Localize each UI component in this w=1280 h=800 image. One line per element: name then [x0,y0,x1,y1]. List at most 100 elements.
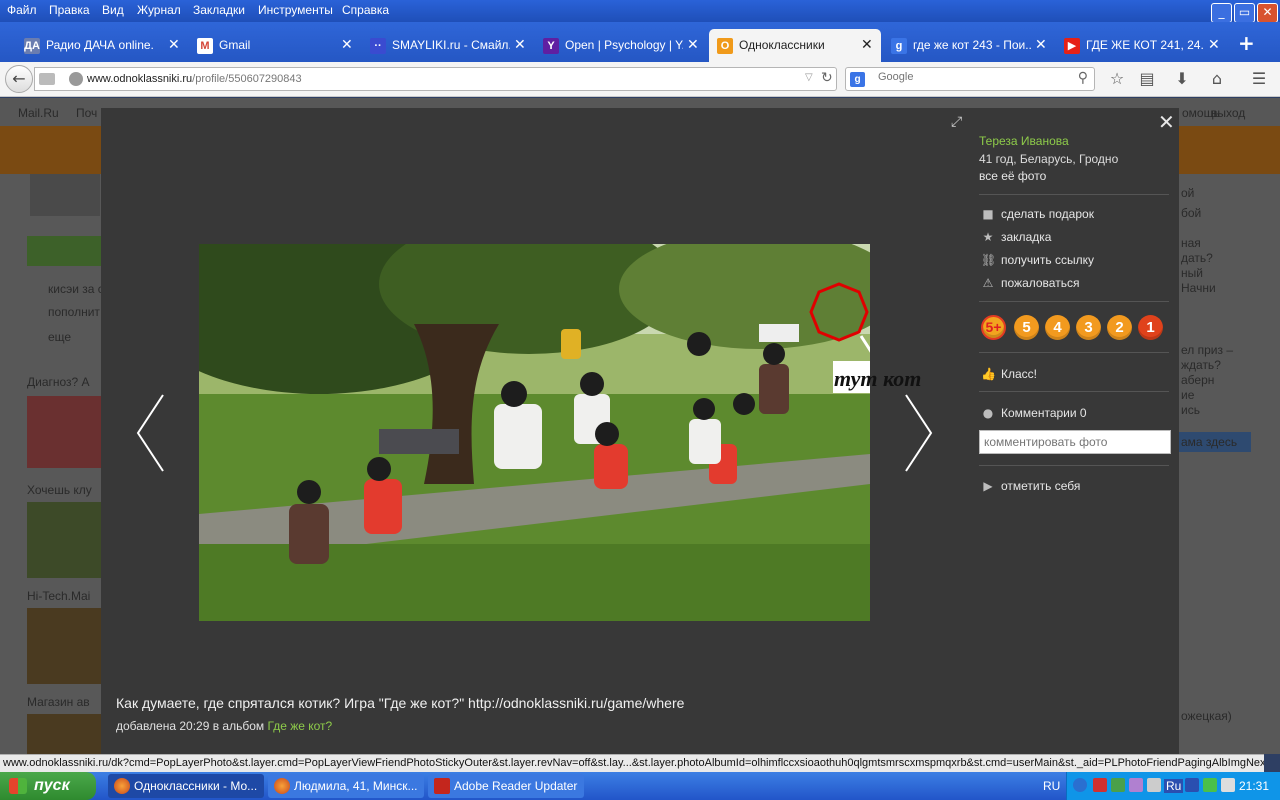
window-close-button[interactable]: ✕ [1257,3,1278,23]
url-dropdown-icon[interactable]: ▽ [805,72,813,83]
menu-tools[interactable]: Инструменты [258,3,333,17]
new-tab-button[interactable]: + [1238,31,1255,55]
menu-view[interactable]: Вид [102,3,124,17]
tab-close-icon[interactable]: ✕ [168,37,180,53]
windows-logo-icon [9,778,27,794]
search-icon[interactable]: ⚲ [1078,70,1088,86]
report-action[interactable]: ⚠ пожаловаться [981,276,1080,290]
firefox-icon [274,778,290,794]
globe-icon [69,72,83,86]
link-icon: ⛓ [981,253,997,267]
home-icon[interactable]: ⌂ [1206,68,1228,90]
tag-self-action[interactable]: ▶ отметить себя [981,479,1080,493]
divider [979,301,1169,302]
reload-icon[interactable]: ↻ [821,70,833,86]
rating-5-button[interactable]: 5 [1014,315,1039,340]
url-text[interactable]: www.odnoklassniki.ru/profile/55060729084… [87,73,302,85]
tab-close-icon[interactable]: ✕ [341,37,353,53]
tab-close-icon[interactable]: ✕ [861,37,873,53]
rating-2-button[interactable]: 2 [1107,315,1132,340]
site-right-text: Начни [1181,281,1216,295]
tray-display-icon[interactable] [1221,778,1235,792]
tab-youtube[interactable]: ▶ ГДЕ ЖЕ КОТ 241, 24... ✕ [1064,31,1224,59]
photo-added-info: добавлена 20:29 в альбом Где же кот? [116,719,332,733]
tab-google-search[interactable]: g где же кот 243 - Пои... ✕ [891,31,1051,59]
close-viewer-button[interactable]: ✕ [1158,110,1175,134]
divider [979,391,1169,392]
rating-4-button[interactable]: 4 [1045,315,1070,340]
get-link-action[interactable]: ⛓ получить ссылку [981,253,1094,267]
site-left-item: еще [48,330,72,344]
smayliki-icon: ·· [370,38,386,54]
site-right-text: аберн [1181,373,1215,387]
album-link[interactable]: Где же кот? [268,719,333,733]
menu-history[interactable]: Журнал [137,3,181,17]
youtube-icon: ▶ [1064,38,1080,54]
maximize-button[interactable]: ▭ [1234,3,1255,23]
search-input[interactable] [878,71,1068,83]
taskbar-item-lyudmila[interactable]: Людмила, 41, Минск... [268,774,424,798]
tray-network-icon[interactable] [1111,778,1125,792]
menu-icon[interactable]: ☰ [1248,68,1270,90]
photo[interactable] [199,244,870,621]
bookmark-star-icon[interactable]: ☆ [1106,68,1128,90]
tray-language[interactable]: Ru [1164,779,1184,793]
next-photo-button[interactable] [904,393,934,473]
tray-antivirus-icon[interactable] [1093,778,1107,792]
tray-arrow-icon[interactable] [1073,778,1087,792]
rating-3-button[interactable]: 3 [1076,315,1101,340]
site-left-item: Магазин ав [27,695,90,709]
address-bar[interactable]: www.odnoklassniki.ru/profile/55060729084… [34,67,837,91]
tab-close-icon[interactable]: ✕ [687,37,699,53]
taskbar-item-adobe-reader[interactable]: Adobe Reader Updater [428,774,584,798]
previous-photo-button[interactable] [135,393,165,473]
tab-smayliki[interactable]: ·· SMAYLIKI.ru - Смайл... ✕ [370,31,530,59]
language-indicator[interactable]: RU [1043,779,1060,793]
taskbar-item-odnoklassniki[interactable]: Одноклассники - Мо... [108,774,264,798]
minimize-button[interactable]: _ [1211,3,1232,23]
tab-close-icon[interactable]: ✕ [1208,37,1220,53]
tray-bluetooth-icon[interactable] [1185,778,1199,792]
star-icon: ★ [982,230,994,244]
rating-1-button[interactable]: 1 [1138,315,1163,340]
bookmarks-list-icon[interactable]: ▤ [1136,68,1158,90]
send-gift-action[interactable]: ■ сделать подарок [981,207,1094,221]
rating-5plus-button[interactable]: 5+ [981,315,1006,340]
site-link-mailru[interactable]: Mail.Ru [18,106,59,120]
site-link-logout[interactable]: выход [1211,106,1245,120]
back-button[interactable]: ← [5,65,33,93]
all-photos-link[interactable]: все её фото [979,169,1046,183]
owner-name-link[interactable]: Тереза Иванова [979,134,1069,148]
menu-bookmarks[interactable]: Закладки [193,3,245,17]
tab-close-icon[interactable]: ✕ [514,37,526,53]
tab-yahoo-psychology[interactable]: Y Open | Psychology | Y... ✕ [543,31,703,59]
comment-input[interactable] [979,430,1171,454]
tab-gmail[interactable]: M Gmail ✕ [197,31,357,59]
comments-count[interactable]: ● Комментарии 0 [981,406,1087,420]
taskbar: пуск Одноклассники - Мо... Людмила, 41, … [0,772,1280,800]
klass-button[interactable]: 👍 Класс! [981,367,1037,381]
google-search-icon[interactable]: g [850,72,865,87]
tab-close-icon[interactable]: ✕ [1035,37,1047,53]
tab-label: Gmail [219,38,251,52]
tray-app-icon[interactable] [1129,778,1143,792]
tray-volume-icon[interactable] [1147,778,1161,792]
downloads-icon[interactable]: ⬇ [1171,68,1193,90]
menu-edit[interactable]: Правка [49,3,90,17]
tab-radio-dacha[interactable]: ДА Радио ДАЧА online. ✕ [24,31,184,59]
yahoo-icon: Y [543,38,559,54]
menu-help[interactable]: Справка [342,3,389,17]
bookmark-action[interactable]: ★ закладка [981,230,1052,244]
search-box[interactable]: g ⚲ [845,67,1095,91]
tab-label: SMAYLIKI.ru - Смайл... [392,38,510,52]
site-right-text: бой [1181,206,1202,220]
menu-file[interactable]: Файл [7,3,37,17]
tab-odnoklassniki[interactable]: О Одноклассники ✕ [709,29,881,62]
fullscreen-icon[interactable]: ⤢ [951,114,962,130]
start-button[interactable]: пуск [0,772,96,800]
tray-wifi-icon[interactable] [1203,778,1217,792]
photo-image [199,244,870,621]
site-link-mail[interactable]: Поч [76,106,97,120]
site-left-item: Хочешь клу [27,483,92,497]
site-left-item: кисэи за с [48,282,104,296]
